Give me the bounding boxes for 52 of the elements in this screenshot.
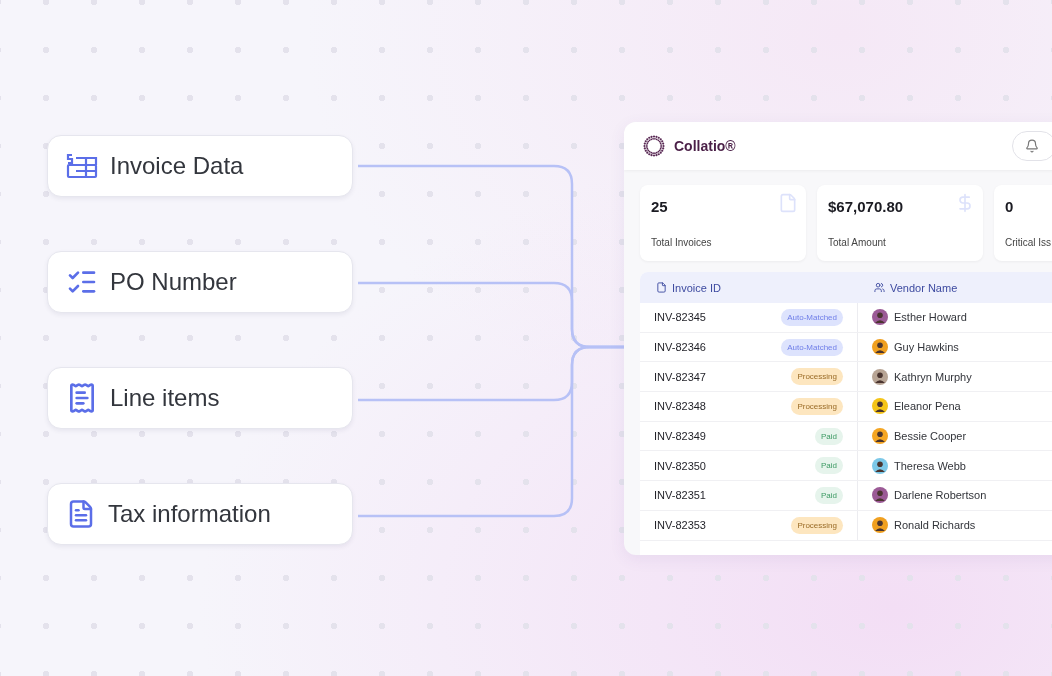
status-badge: Paid — [815, 486, 843, 504]
document-icon — [778, 193, 798, 213]
vendor-name: Eleanor Pena — [894, 400, 961, 413]
logo-icon — [642, 134, 666, 158]
stat-value: $67,070.80 — [828, 198, 904, 215]
invoice-id: INV-82350 — [654, 459, 706, 472]
status-badge: Processing — [791, 368, 843, 386]
field-label: Invoice Data — [110, 152, 244, 180]
avatar — [872, 398, 888, 415]
field-label: Tax information — [108, 500, 271, 528]
invoice-id: INV-82353 — [654, 519, 706, 532]
stat-value: 25 — [651, 198, 668, 215]
status-badge: Auto-Matched — [781, 308, 843, 326]
avatar — [872, 339, 888, 356]
status-badge: Paid — [815, 457, 843, 475]
avatar — [872, 428, 888, 445]
avatar — [872, 487, 888, 504]
bell-icon — [1025, 139, 1039, 153]
invoice-id: INV-82348 — [654, 400, 706, 413]
invoice-id: INV-82347 — [654, 370, 706, 383]
notifications-button[interactable] — [1012, 131, 1052, 161]
vendor-name: Esther Howard — [894, 311, 967, 324]
avatar — [872, 368, 888, 385]
table-icon — [66, 153, 98, 179]
stat-label: Total Invoices — [651, 237, 713, 248]
vendor-name: Bessie Cooper — [894, 430, 967, 443]
column-header[interactable]: Invoice ID — [672, 281, 721, 294]
vendor-name: Guy Hawkins — [894, 341, 959, 354]
avatar — [872, 309, 888, 326]
invoice-id: INV-82349 — [654, 430, 706, 443]
field-label: Line items — [110, 384, 220, 412]
vendor-name: Kathryn Murphy — [894, 370, 972, 383]
avatar — [872, 517, 888, 534]
vendor-name: Theresa Webb — [894, 459, 966, 472]
field-label: PO Number — [110, 268, 237, 296]
status-badge: Auto-Matched — [781, 338, 843, 356]
brand-name: Collatio® — [674, 138, 737, 154]
status-badge: Processing — [791, 397, 843, 415]
stat-value: 0 — [1005, 198, 1014, 215]
document-icon — [656, 282, 667, 293]
users-icon — [874, 282, 885, 293]
invoice-id: INV-82346 — [654, 341, 706, 354]
vendor-name: Ronald Richards — [894, 519, 976, 532]
invoice-id: INV-82351 — [654, 489, 706, 502]
avatar — [872, 457, 888, 474]
stat-label: Total Amount — [828, 237, 887, 248]
status-badge: Paid — [815, 427, 843, 445]
vendor-name: Darlene Robertson — [894, 489, 987, 502]
status-badge: Processing — [791, 516, 843, 534]
column-header[interactable]: Vendor Name — [890, 281, 958, 294]
stat-label: Critical Iss — [1005, 237, 1052, 248]
invoice-id: INV-82345 — [654, 311, 706, 324]
